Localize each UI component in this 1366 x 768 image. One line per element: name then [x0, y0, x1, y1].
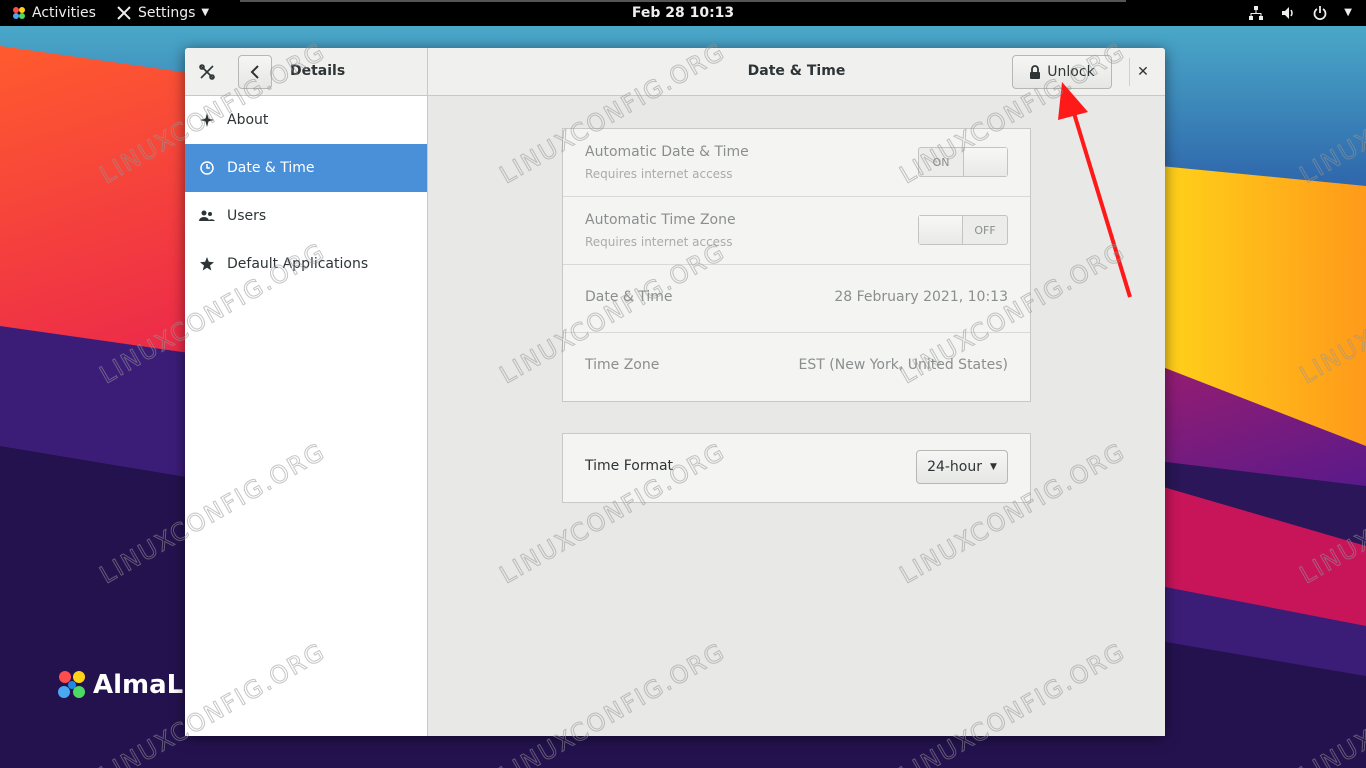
close-button[interactable]: ✕ — [1131, 60, 1155, 84]
sidebar-item-date-time[interactable]: Date & Time — [185, 144, 427, 192]
automatic-date-time-switch[interactable]: ON — [918, 147, 1008, 177]
sidebar-title: Details — [290, 63, 346, 79]
date-time-value: 28 February 2021, 10:13 — [834, 289, 1008, 305]
time-format-title: Time Format — [585, 458, 674, 474]
clock-icon — [199, 160, 215, 176]
sidebar-item-default-applications[interactable]: Default Applications — [185, 240, 427, 288]
automatic-time-zone-switch[interactable]: OFF — [918, 215, 1008, 245]
app-menu-button[interactable]: Settings ▼ — [116, 0, 209, 26]
chevron-down-icon: ▼ — [201, 7, 210, 18]
time-format-value: 24-hour — [927, 459, 982, 475]
automatic-time-zone-row[interactable]: Automatic Time Zone Requires internet ac… — [563, 197, 1030, 265]
chevron-left-icon — [250, 65, 260, 79]
automatic-date-time-subtitle: Requires internet access — [585, 167, 733, 181]
unlock-label: Unlock — [1047, 64, 1095, 80]
app-menu-label: Settings — [138, 5, 196, 21]
activities-button[interactable]: Activities — [12, 0, 96, 26]
unlock-button[interactable]: Unlock — [1012, 55, 1112, 89]
system-tray[interactable]: ▼ — [1248, 0, 1352, 26]
time-format-list: Time Format 24-hour ▼ — [562, 433, 1031, 503]
star-icon — [199, 256, 215, 272]
sparkle-icon — [199, 112, 215, 128]
sidebar-item-label: About — [227, 112, 269, 128]
tools-icon — [195, 60, 219, 84]
sidebar-item-label: Default Applications — [227, 256, 369, 272]
time-zone-row[interactable]: Time Zone EST (New York, United States) — [563, 333, 1030, 401]
activities-label: Activities — [32, 5, 96, 21]
sidebar-item-label: Date & Time — [227, 160, 315, 176]
automatic-date-time-title: Automatic Date & Time — [585, 144, 749, 160]
header-bar: Details Date & Time Unlock ✕ — [185, 48, 1165, 96]
automatic-time-zone-title: Automatic Time Zone — [585, 212, 736, 228]
date-time-row[interactable]: Date & Time 28 February 2021, 10:13 — [563, 265, 1030, 333]
header-separator — [1129, 58, 1130, 86]
top-bar: Activities Settings ▼ Feb 28 10:13 ▼ — [0, 0, 1366, 26]
sidebar-item-about[interactable]: About — [185, 96, 427, 144]
sidebar-header: Details — [185, 48, 428, 95]
time-zone-value: EST (New York, United States) — [798, 357, 1008, 373]
switch-state-label: ON — [932, 155, 950, 169]
time-format-dropdown[interactable]: 24-hour ▼ — [916, 450, 1008, 484]
power-icon — [1312, 5, 1328, 21]
clock-label[interactable]: Feb 28 10:13 — [632, 0, 734, 26]
settings-window: Details Date & Time Unlock ✕ About Date … — [185, 48, 1165, 736]
users-icon — [199, 208, 215, 224]
tools-icon — [116, 5, 132, 21]
sidebar-item-users[interactable]: Users — [185, 192, 427, 240]
back-button[interactable] — [238, 55, 272, 89]
sidebar: About Date & Time Users Default Applicat… — [185, 96, 428, 736]
network-icon — [1248, 5, 1264, 21]
time-zone-title: Time Zone — [585, 357, 660, 373]
close-icon: ✕ — [1137, 64, 1149, 80]
switch-knob — [962, 148, 1007, 176]
sidebar-item-label: Users — [227, 208, 267, 224]
activities-logo-icon — [12, 6, 26, 20]
volume-icon — [1280, 5, 1296, 21]
switch-knob — [919, 216, 964, 244]
tray-chevron-down-icon: ▼ — [1344, 7, 1352, 18]
almalinux-logo-icon — [55, 668, 89, 702]
switch-state-label: OFF — [974, 223, 996, 237]
time-format-row: Time Format 24-hour ▼ — [563, 434, 1030, 502]
lock-icon — [1029, 64, 1041, 80]
chevron-down-icon: ▼ — [990, 462, 997, 472]
automatic-time-zone-subtitle: Requires internet access — [585, 235, 733, 249]
automatic-date-time-row[interactable]: Automatic Date & Time Requires internet … — [563, 129, 1030, 197]
date-time-title: Date & Time — [585, 289, 673, 305]
datetime-settings-list: Automatic Date & Time Requires internet … — [562, 128, 1031, 402]
